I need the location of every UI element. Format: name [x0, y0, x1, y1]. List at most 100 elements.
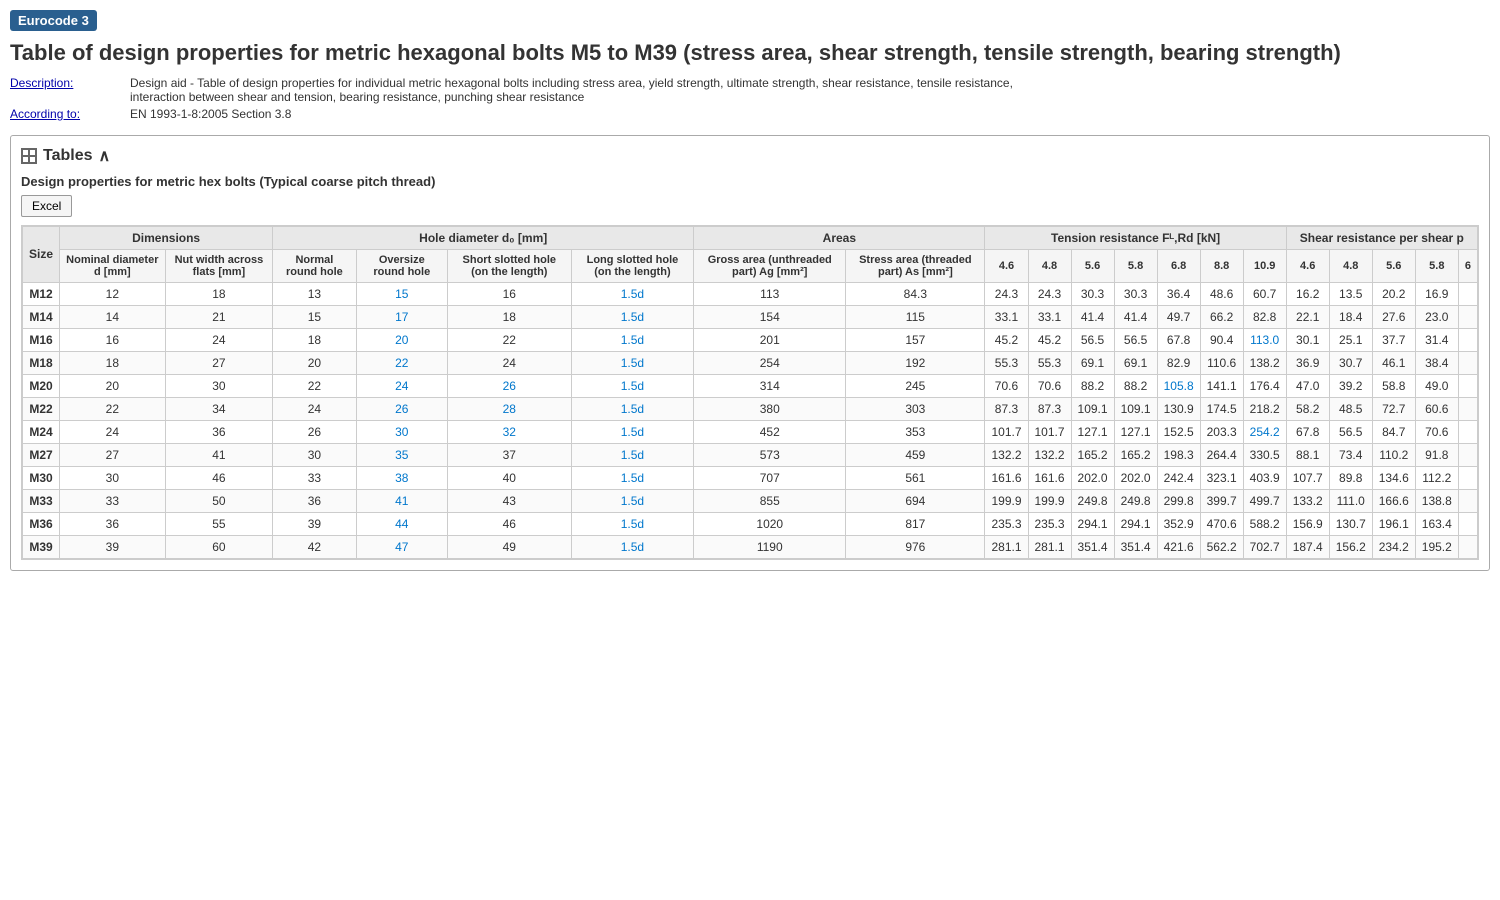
- table-cell: [1458, 420, 1477, 443]
- table-cell: 67.8: [1157, 328, 1200, 351]
- table-cell: 28: [447, 397, 571, 420]
- table-cell: 1.5d: [571, 282, 694, 305]
- table-cell: 14: [60, 305, 166, 328]
- table-cell: 26: [273, 420, 356, 443]
- table-cell: 39: [60, 535, 166, 558]
- table-cell: 249.8: [1071, 489, 1114, 512]
- table-cell: 702.7: [1243, 535, 1286, 558]
- table-cell: 314: [694, 374, 846, 397]
- tension-48-header: 4.8: [1028, 249, 1071, 282]
- shear-6-header: 6: [1458, 249, 1477, 282]
- table-cell: 67.8: [1286, 420, 1329, 443]
- table-cell: 24: [60, 420, 166, 443]
- table-cell: M16: [23, 328, 60, 351]
- table-cell: 55.3: [985, 351, 1028, 374]
- table-cell: 254: [694, 351, 846, 374]
- table-wrapper: Size Dimensions Hole diameter d₀ [mm] Ar…: [21, 225, 1479, 560]
- table-cell: 26: [356, 397, 447, 420]
- table-row: M2424362630321.5d452353101.7101.7127.112…: [23, 420, 1478, 443]
- table-row: M2222342426281.5d38030387.387.3109.1109.…: [23, 397, 1478, 420]
- table-cell: 42: [273, 535, 356, 558]
- table-cell: 41.4: [1114, 305, 1157, 328]
- table-cell: 33: [273, 466, 356, 489]
- shear-header: Shear resistance per shear p: [1286, 226, 1477, 249]
- table-cell: 17: [356, 305, 447, 328]
- table-cell: 35: [356, 443, 447, 466]
- table-cell: 40: [447, 466, 571, 489]
- table-cell: 25.1: [1329, 328, 1372, 351]
- table-cell: 69.1: [1071, 351, 1114, 374]
- table-cell: [1458, 443, 1477, 466]
- tables-header-label: Tables: [43, 147, 93, 165]
- table-cell: 203.3: [1200, 420, 1243, 443]
- table-cell: 161.6: [1028, 466, 1071, 489]
- table-cell: 48.5: [1329, 397, 1372, 420]
- collapse-icon[interactable]: ∧: [99, 146, 111, 166]
- table-cell: 39: [273, 512, 356, 535]
- table-cell: 69.1: [1114, 351, 1157, 374]
- table-cell: 245: [846, 374, 985, 397]
- table-cell: 70.6: [1415, 420, 1458, 443]
- tension-88-header: 8.8: [1200, 249, 1243, 282]
- table-row: M1818272022241.5d25419255.355.369.169.18…: [23, 351, 1478, 374]
- table-cell: 1.5d: [571, 328, 694, 351]
- table-cell: 27: [60, 443, 166, 466]
- table-cell: 15: [356, 282, 447, 305]
- table-cell: 30: [165, 374, 273, 397]
- table-cell: 1.5d: [571, 489, 694, 512]
- table-cell: 44: [356, 512, 447, 535]
- shear-56-header: 5.6: [1372, 249, 1415, 282]
- table-cell: 166.6: [1372, 489, 1415, 512]
- table-cell: 38.4: [1415, 351, 1458, 374]
- excel-button[interactable]: Excel: [21, 195, 72, 217]
- tension-68-header: 6.8: [1157, 249, 1200, 282]
- table-cell: M33: [23, 489, 60, 512]
- table-cell: 58.2: [1286, 397, 1329, 420]
- table-cell: 380: [694, 397, 846, 420]
- table-cell: 130.9: [1157, 397, 1200, 420]
- table-cell: 127.1: [1114, 420, 1157, 443]
- table-cell: 174.5: [1200, 397, 1243, 420]
- shear-58-header: 5.8: [1415, 249, 1458, 282]
- table-cell: M39: [23, 535, 60, 558]
- table-row: M1212181315161.5d11384.324.324.330.330.3…: [23, 282, 1478, 305]
- table-cell: 459: [846, 443, 985, 466]
- areas-header: Areas: [694, 226, 985, 249]
- table-cell: 41: [165, 443, 273, 466]
- table-cell: 152.5: [1157, 420, 1200, 443]
- table-cell: 235.3: [985, 512, 1028, 535]
- table-cell: 105.8: [1157, 374, 1200, 397]
- table-cell: 37: [447, 443, 571, 466]
- table-cell: [1458, 535, 1477, 558]
- table-cell: 202.0: [1114, 466, 1157, 489]
- table-cell: 45.2: [1028, 328, 1071, 351]
- table-cell: 90.4: [1200, 328, 1243, 351]
- table-cell: 49: [447, 535, 571, 558]
- table-cell: 16.9: [1415, 282, 1458, 305]
- table-cell: 23.0: [1415, 305, 1458, 328]
- table-cell: 66.2: [1200, 305, 1243, 328]
- table-cell: 161.6: [985, 466, 1028, 489]
- table-cell: 110.2: [1372, 443, 1415, 466]
- table-cell: 24.3: [985, 282, 1028, 305]
- table-cell: 499.7: [1243, 489, 1286, 512]
- table-subtitle: Design properties for metric hex bolts (…: [21, 174, 1479, 189]
- table-cell: M30: [23, 466, 60, 489]
- table-cell: 109.1: [1114, 397, 1157, 420]
- table-cell: 36.4: [1157, 282, 1200, 305]
- table-cell: [1458, 466, 1477, 489]
- table-row: M2020302224261.5d31424570.670.688.288.21…: [23, 374, 1478, 397]
- table-cell: 50: [165, 489, 273, 512]
- table-cell: 156.9: [1286, 512, 1329, 535]
- hole-diameter-header: Hole diameter d₀ [mm]: [273, 226, 694, 249]
- table-cell: 1.5d: [571, 420, 694, 443]
- table-row: M2727413035371.5d573459132.2132.2165.216…: [23, 443, 1478, 466]
- table-cell: 157: [846, 328, 985, 351]
- table-cell: 24: [273, 397, 356, 420]
- table-cell: 115: [846, 305, 985, 328]
- table-cell: 36: [165, 420, 273, 443]
- table-cell: 351.4: [1114, 535, 1157, 558]
- table-cell: 165.2: [1114, 443, 1157, 466]
- table-cell: 1020: [694, 512, 846, 535]
- table-cell: [1458, 397, 1477, 420]
